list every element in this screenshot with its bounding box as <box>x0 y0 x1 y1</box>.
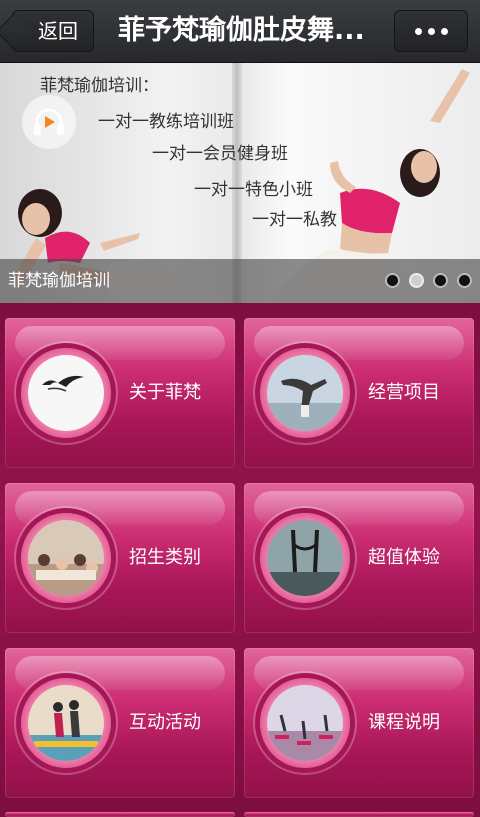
menu-item-activities[interactable]: 互动活动 <box>5 648 235 798</box>
more-dots-icon <box>414 27 422 35</box>
studio-class-thumbnail <box>260 678 350 768</box>
menu-item-partial[interactable] <box>244 812 474 817</box>
menu-item-experience[interactable]: 超值体验 <box>244 483 474 633</box>
carousel-dot-active[interactable] <box>409 273 424 288</box>
banner-line: 一对一教练培训班 <box>98 112 234 132</box>
class-group-thumbnail <box>21 513 111 603</box>
menu-item-services[interactable]: 经营项目 <box>244 318 474 468</box>
banner-caption-bar: 菲梵瑜伽培训 <box>0 259 480 303</box>
bird-sketch-thumbnail <box>21 348 111 438</box>
menu-item-courses[interactable]: 课程说明 <box>244 648 474 798</box>
promo-banner-carousel[interactable]: 菲梵瑜伽培训： 一对一教练培训班 一对一会员健身班 一对一特色小班 一对一私教 … <box>0 63 480 303</box>
partner-yoga-thumbnail <box>21 678 111 768</box>
banner-line: 一对一特色小班 <box>194 180 313 200</box>
menu-item-label: 超值体验 <box>368 547 440 568</box>
carousel-dot[interactable] <box>433 273 448 288</box>
stretch-pose-thumbnail <box>260 513 350 603</box>
menu-item-label: 经营项目 <box>368 382 440 403</box>
carousel-dot[interactable] <box>457 273 472 288</box>
yoga-pose-thumbnail <box>260 348 350 438</box>
banner-line: 一对一会员健身班 <box>152 144 288 164</box>
more-options-button[interactable] <box>394 10 468 52</box>
banner-line: 一对一私教 <box>252 210 337 230</box>
menu-item-partial[interactable] <box>5 812 235 817</box>
carousel-indicator <box>385 273 472 288</box>
top-navigation-bar: 返回 菲予梵瑜伽肚皮舞... <box>0 0 480 63</box>
page-title: 菲予梵瑜伽肚皮舞... <box>118 15 365 46</box>
menu-item-label: 课程说明 <box>368 712 440 733</box>
carousel-dot[interactable] <box>385 273 400 288</box>
banner-heading: 菲梵瑜伽培训： <box>40 76 159 96</box>
menu-item-about[interactable]: 关于菲梵 <box>5 318 235 468</box>
back-button[interactable]: 返回 <box>12 10 94 52</box>
audio-play-icon[interactable] <box>22 95 76 149</box>
menu-item-label: 互动活动 <box>129 712 201 733</box>
banner-caption: 菲梵瑜伽培训 <box>8 271 110 291</box>
menu-item-enrollment[interactable]: 招生类别 <box>5 483 235 633</box>
menu-item-label: 招生类别 <box>129 547 201 568</box>
menu-item-label: 关于菲梵 <box>129 382 201 403</box>
